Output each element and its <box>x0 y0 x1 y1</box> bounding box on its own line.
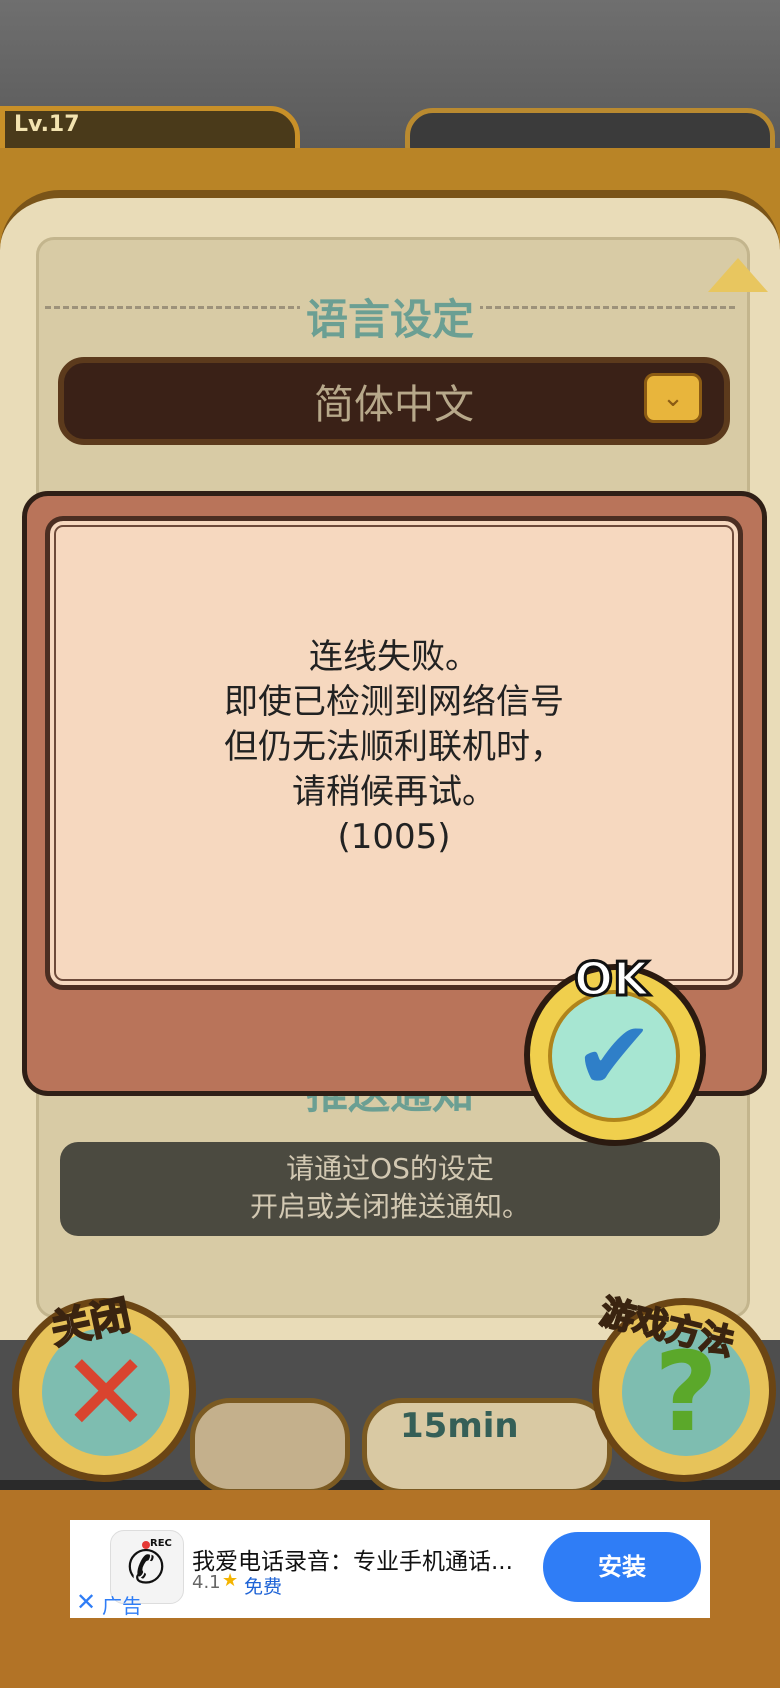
rec-badge: REC <box>150 1538 172 1549</box>
push-notification-text: 请通过OS的设定 开启或关闭推送通知。 <box>60 1150 720 1226</box>
chevron-down-icon[interactable]: ⌄ <box>644 373 702 423</box>
error-line3: 但仍无法顺利联机时， <box>224 727 564 767</box>
checkmark-icon: ✔ <box>573 1000 655 1112</box>
ad-price: 免费 <box>244 1576 283 1598</box>
bottom-item-slot <box>190 1398 350 1494</box>
scroll-up-icon[interactable] <box>708 258 768 292</box>
error-code: (1005) <box>337 817 451 857</box>
language-setting-title: 语言设定 <box>300 286 480 344</box>
error-line4: 请稍候再试。 <box>292 772 496 812</box>
push-text-line2: 开启或关闭推送通知。 <box>249 1190 530 1223</box>
install-button[interactable]: 安装 <box>543 1532 701 1602</box>
ad-rating: 4.1 <box>192 1572 221 1593</box>
error-line1: 连线失败。 <box>309 637 479 677</box>
ad-title[interactable]: 我爱电话录音：专业手机通话... <box>192 1542 532 1576</box>
level-label: Lv.17 <box>14 112 80 137</box>
error-message: 连线失败。 即使已检测到网络信号 但仍无法顺利联机时， 请稍候再试。 (1005… <box>45 635 743 860</box>
ad-close-icon[interactable]: ✕ <box>76 1588 96 1616</box>
ad-label: 广告 <box>102 1594 142 1618</box>
ok-button-label: OK <box>573 951 651 1008</box>
rec-dot-icon <box>142 1541 150 1549</box>
star-icon: ★ <box>222 1570 239 1591</box>
push-text-line1: 请通过OS的设定 <box>286 1152 494 1185</box>
timer-label: 15min <box>400 1406 519 1446</box>
error-line2: 即使已检测到网络信号 <box>224 682 564 722</box>
language-select-value: 简体中文 <box>314 382 474 428</box>
